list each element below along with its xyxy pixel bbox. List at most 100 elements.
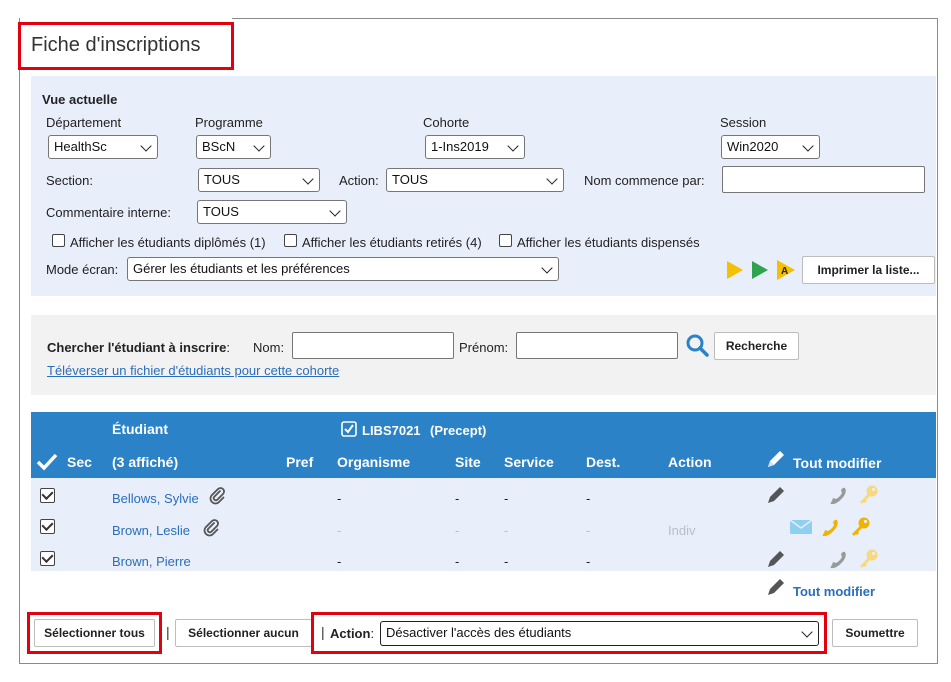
upload-link[interactable]: Téléverser un fichier d'étudiants pour c… bbox=[47, 363, 339, 378]
nom-label: Nom: bbox=[253, 340, 285, 355]
site-cell: - bbox=[455, 491, 460, 506]
action-cell: Indiv bbox=[668, 523, 696, 538]
check-all-icon[interactable] bbox=[36, 453, 58, 471]
diplomes-checkbox[interactable] bbox=[52, 234, 65, 247]
chevron-down-icon bbox=[329, 205, 341, 217]
chevron-down-icon bbox=[507, 140, 519, 152]
diplomes-label: Afficher les étudiants diplômés (1) bbox=[70, 235, 266, 250]
dispenses-checkbox[interactable] bbox=[499, 234, 512, 247]
departement-value: HealthSc bbox=[54, 139, 107, 154]
col-sec: Sec bbox=[67, 454, 92, 470]
dest-cell: - bbox=[586, 554, 591, 569]
print-list-button[interactable]: Imprimer la liste... bbox=[802, 256, 935, 284]
frame-line bbox=[937, 18, 938, 664]
row-checkbox[interactable] bbox=[40, 488, 55, 503]
retires-checkbox[interactable] bbox=[284, 234, 297, 247]
pencil-icon[interactable] bbox=[765, 576, 787, 598]
col-dest: Dest. bbox=[586, 454, 621, 470]
pencil-icon[interactable] bbox=[765, 484, 787, 506]
service-cell: - bbox=[504, 554, 509, 569]
action-filter-select[interactable]: TOUS bbox=[386, 168, 564, 192]
action-filter-value: TOUS bbox=[392, 172, 428, 187]
highlight-box bbox=[27, 612, 162, 654]
col-action: Action bbox=[668, 454, 712, 470]
key-icon[interactable] bbox=[857, 547, 881, 571]
dest-cell: - bbox=[586, 491, 591, 506]
pencil-icon[interactable] bbox=[765, 448, 787, 470]
play-a-icon[interactable]: A bbox=[775, 259, 797, 281]
programme-label: Programme bbox=[195, 115, 263, 130]
highlight-box bbox=[18, 22, 234, 70]
section-label: Section: bbox=[46, 173, 93, 188]
student-name[interactable]: Bellows, Sylvie bbox=[112, 491, 199, 506]
dispenses-label: Afficher les étudiants dispensés bbox=[517, 235, 700, 250]
filters-panel: Vue actuelle Département HealthSc Progra… bbox=[31, 76, 936, 296]
student-name[interactable]: Brown, Leslie bbox=[112, 523, 190, 538]
service-cell: - bbox=[504, 491, 509, 506]
dest-cell: - bbox=[586, 523, 591, 538]
departement-select[interactable]: HealthSc bbox=[48, 135, 158, 159]
phone-icon[interactable] bbox=[827, 484, 849, 506]
mode-ecran-value: Gérer les étudiants et les préférences bbox=[133, 261, 350, 276]
chevron-down-icon bbox=[302, 173, 314, 185]
session-label: Session bbox=[720, 115, 767, 130]
mode-ecran-select[interactable]: Gérer les étudiants et les préférences bbox=[127, 257, 559, 281]
cohorte-select[interactable]: 1-Ins2019 bbox=[425, 135, 525, 159]
separator: | bbox=[166, 624, 170, 640]
prenom-label: Prénom: bbox=[459, 340, 509, 355]
filters-heading: Vue actuelle bbox=[42, 92, 118, 107]
search-label-colon: : bbox=[226, 340, 230, 355]
paperclip-icon[interactable] bbox=[202, 519, 220, 537]
nom-input[interactable] bbox=[292, 332, 454, 359]
commentaire-select[interactable]: TOUS bbox=[197, 200, 347, 224]
phone-icon[interactable] bbox=[819, 516, 841, 538]
play-green-icon[interactable] bbox=[750, 260, 770, 280]
row-checkbox[interactable] bbox=[40, 551, 55, 566]
site-cell: - bbox=[455, 523, 460, 538]
col-site: Site bbox=[455, 454, 481, 470]
site-cell: - bbox=[455, 554, 460, 569]
envelope-icon[interactable] bbox=[789, 518, 813, 536]
service-cell: - bbox=[504, 523, 509, 538]
search-panel: Chercher l'étudiant à inscrire: Nom: Pré… bbox=[31, 315, 936, 395]
key-icon[interactable] bbox=[857, 483, 881, 507]
course-checkbox-icon[interactable] bbox=[341, 421, 357, 437]
session-select[interactable]: Win2020 bbox=[721, 135, 820, 159]
programme-value: BScN bbox=[202, 139, 236, 154]
commentaire-label: Commentaire interne: bbox=[46, 205, 171, 220]
play-yellow-icon[interactable] bbox=[725, 260, 745, 280]
programme-select[interactable]: BScN bbox=[196, 135, 271, 159]
section-value: TOUS bbox=[204, 172, 240, 187]
table-header: Étudiant LIBS7021 (Precept) Sec (3 affic… bbox=[31, 412, 936, 478]
col-organisme: Organisme bbox=[337, 454, 411, 470]
phone-icon[interactable] bbox=[827, 548, 849, 570]
organisme-cell: - bbox=[337, 554, 342, 569]
student-name[interactable]: Brown, Pierre bbox=[112, 554, 191, 569]
col-etudiant: Étudiant bbox=[112, 421, 168, 437]
pencil-icon[interactable] bbox=[765, 548, 787, 570]
chevron-down-icon bbox=[253, 140, 265, 152]
key-icon[interactable] bbox=[849, 515, 873, 539]
chevron-down-icon bbox=[802, 140, 814, 152]
nom-commence-input[interactable] bbox=[722, 166, 925, 193]
section-select[interactable]: TOUS bbox=[198, 168, 320, 192]
submit-button[interactable]: Soumettre bbox=[832, 619, 918, 647]
cohorte-label: Cohorte bbox=[423, 115, 470, 130]
search-icon[interactable] bbox=[685, 333, 709, 357]
paperclip-icon[interactable] bbox=[208, 487, 226, 505]
departement-label: Département bbox=[46, 115, 122, 130]
cohorte-value: 1-Ins2019 bbox=[431, 139, 489, 154]
select-none-button[interactable]: Sélectionner aucun bbox=[175, 619, 312, 647]
frame-line bbox=[232, 18, 938, 19]
edit-all-header[interactable]: Tout modifier bbox=[793, 455, 881, 471]
col-service: Service bbox=[504, 454, 554, 470]
search-button[interactable]: Recherche bbox=[714, 332, 799, 360]
row-checkbox[interactable] bbox=[40, 519, 55, 534]
course-code: LIBS7021 bbox=[362, 423, 421, 438]
chevron-down-icon bbox=[541, 262, 553, 274]
edit-all-bottom[interactable]: Tout modifier bbox=[793, 584, 875, 599]
search-label-wrap: Chercher l'étudiant à inscrire: bbox=[47, 340, 230, 355]
commentaire-value: TOUS bbox=[203, 204, 239, 219]
prenom-input[interactable] bbox=[516, 332, 678, 359]
organisme-cell: - bbox=[337, 491, 342, 506]
